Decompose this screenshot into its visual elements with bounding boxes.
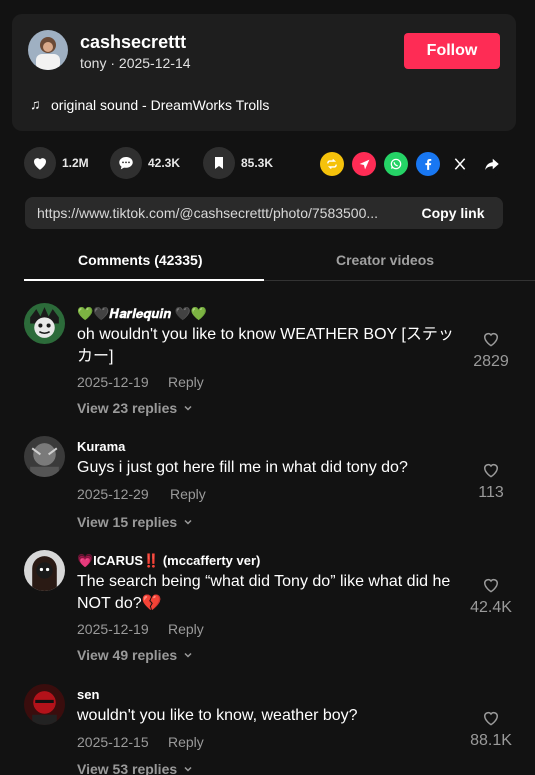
reply-button[interactable]: Reply: [168, 374, 204, 390]
comment-like-count: 88.1K: [470, 732, 512, 749]
comment-like[interactable]: 88.1K: [461, 708, 521, 750]
share-url[interactable]: https://www.tiktok.com/@cashsecrettt/pho…: [37, 205, 407, 221]
comment-date: 2025-12-29: [77, 486, 149, 502]
comment-like[interactable]: 42.4K: [461, 575, 521, 617]
x-icon[interactable]: [448, 152, 472, 176]
comment-date: 2025-12-19: [77, 374, 149, 390]
comment-text: Guys i just got here fill me in what did…: [77, 459, 408, 476]
view-replies-button[interactable]: View 49 replies: [77, 647, 193, 663]
follow-button[interactable]: Follow: [404, 33, 500, 69]
commenter-avatar[interactable]: [24, 684, 65, 725]
view-replies-button[interactable]: View 15 replies: [77, 514, 193, 530]
reply-button[interactable]: Reply: [168, 621, 204, 637]
view-replies-label: View 15 replies: [77, 514, 178, 530]
music-label[interactable]: original sound - DreamWorks Trolls: [51, 97, 269, 113]
comment-text: wouldn't you like to know, weather boy?: [77, 707, 358, 724]
comment-like[interactable]: 113: [461, 460, 521, 502]
chevron-down-icon: [184, 519, 192, 525]
action-row: 1.2M 42.3K 85.3K: [24, 147, 514, 181]
comment-bubble-icon[interactable]: [110, 147, 142, 179]
link-bar: https://www.tiktok.com/@cashsecrettt/pho…: [25, 197, 503, 229]
reply-button[interactable]: Reply: [170, 486, 206, 502]
view-replies-label: View 53 replies: [77, 761, 178, 775]
reply-button[interactable]: Reply: [168, 734, 204, 750]
comment-like[interactable]: 2829: [461, 329, 521, 371]
copy-link-button[interactable]: Copy link: [403, 197, 503, 229]
comment-text: oh wouldn't you like to know WEATHER BOY…: [77, 326, 454, 365]
heart-icon[interactable]: [24, 147, 56, 179]
chevron-down-icon: [184, 405, 192, 411]
heart-outline-icon[interactable]: [481, 460, 501, 480]
commenter-avatar[interactable]: [24, 550, 65, 591]
creator-username[interactable]: cashsecrettt: [80, 32, 186, 53]
view-replies-label: View 49 replies: [77, 647, 178, 663]
facebook-icon[interactable]: [416, 152, 440, 176]
comment-like-count: 2829: [473, 353, 509, 370]
bookmark-icon[interactable]: [203, 147, 235, 179]
commenter-username[interactable]: 💚🖤𝑯𝒂𝒓𝒍𝒆𝒒𝒖𝒊𝒏 🖤💚: [77, 306, 207, 322]
send-icon[interactable]: [352, 152, 376, 176]
heart-outline-icon[interactable]: [481, 575, 501, 595]
heart-outline-icon[interactable]: [481, 329, 501, 349]
heart-outline-icon[interactable]: [481, 708, 501, 728]
comment-action[interactable]: 42.3K: [110, 147, 180, 179]
chevron-down-icon: [184, 652, 192, 658]
commenter-username[interactable]: Kurama: [77, 439, 125, 454]
comment-like-count: 113: [478, 484, 504, 501]
active-tab-indicator: [24, 279, 264, 281]
view-replies-button[interactable]: View 53 replies: [77, 761, 193, 775]
comment-date: 2025-12-19: [77, 621, 149, 637]
chevron-down-icon: [184, 766, 192, 772]
creator-avatar[interactable]: [28, 30, 68, 70]
view-replies-label: View 23 replies: [77, 400, 178, 416]
tab-bar: Comments (42335) Creator videos: [24, 242, 535, 281]
comment-date: 2025-12-15: [77, 734, 149, 750]
repost-icon[interactable]: [320, 152, 344, 176]
creator-card: cashsecrettt tony · 2025-12-14 Follow ♫ …: [12, 14, 516, 131]
view-replies-button[interactable]: View 23 replies: [77, 400, 193, 416]
commenter-avatar[interactable]: [24, 303, 65, 344]
creator-meta: tony · 2025-12-14: [80, 55, 191, 71]
comment-count: 42.3K: [148, 156, 181, 170]
tab-creator-videos[interactable]: Creator videos: [336, 252, 434, 268]
like-action[interactable]: 1.2M: [24, 147, 89, 179]
commenter-avatar[interactable]: [24, 436, 65, 477]
commenter-username[interactable]: sen: [77, 687, 99, 702]
like-count: 1.2M: [62, 156, 89, 170]
commenter-username[interactable]: 💗ICARUS‼️ (mccafferty ver): [77, 553, 260, 569]
comment-like-count: 42.4K: [470, 599, 512, 616]
save-action[interactable]: 85.3K: [203, 147, 273, 179]
tab-comments[interactable]: Comments (42335): [78, 252, 203, 268]
comment-text: The search being “what did Tony do” like…: [77, 573, 451, 612]
music-note-icon: ♫: [30, 96, 41, 112]
share-arrow-icon[interactable]: [480, 152, 504, 176]
whatsapp-icon[interactable]: [384, 152, 408, 176]
save-count: 85.3K: [241, 156, 274, 170]
